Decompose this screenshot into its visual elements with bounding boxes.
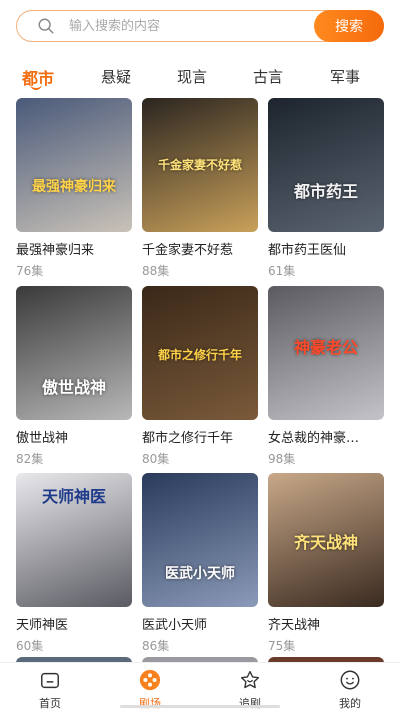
theater-icon <box>139 669 161 691</box>
episode-count: 98集 <box>268 452 296 466</box>
drama-poster: 齐天战神 <box>268 473 384 607</box>
poster-title-art: 天师神医 <box>41 487 106 506</box>
episode-count: 76集 <box>16 264 44 278</box>
profile-icon <box>340 670 360 690</box>
drama-title: 都市药王医仙 <box>268 243 347 258</box>
nav-theater-label: 剧场 <box>139 697 161 710</box>
episode-count: 88集 <box>142 264 170 278</box>
search-icon <box>38 18 54 34</box>
nav-profile-label: 我的 <box>339 697 361 710</box>
poster-title-art: 傲世战神 <box>41 378 106 397</box>
drama-poster: 最强神豪归来 <box>16 98 132 232</box>
tab-junshi[interactable]: 军事 <box>330 66 360 87</box>
episode-count: 82集 <box>16 452 44 466</box>
nav-follow-label: 追剧 <box>239 697 261 710</box>
drama-card[interactable]: 千金家妻不好惹 千金家妻不好惹 88集 <box>142 98 260 279</box>
tab-xuanyi[interactable]: 悬疑 <box>101 66 131 87</box>
poster-title-art: 都市之修行千年 <box>157 348 242 362</box>
poster-title-art: 齐天战神 <box>293 533 358 552</box>
nav-home-label: 首页 <box>39 697 61 710</box>
drama-poster: 神豪老公 <box>268 286 384 420</box>
tab-guyan[interactable]: 古言 <box>253 66 283 87</box>
drama-title: 最强神豪归来 <box>16 243 95 258</box>
drama-poster: 千金家妻不好惹 <box>142 98 258 232</box>
episode-count: 61集 <box>268 264 296 278</box>
episode-count: 75集 <box>268 639 296 653</box>
drama-card[interactable]: 都市药王 都市药王医仙 61集 <box>268 98 386 279</box>
episode-count: 60集 <box>16 639 44 653</box>
drama-title: 天师神医 <box>16 618 69 633</box>
drama-poster: 都市药王 <box>268 98 384 232</box>
search-button[interactable]: 搜索 <box>314 10 384 42</box>
drama-poster: 医武小天师 <box>142 473 258 607</box>
home-indicator-bar <box>120 705 280 708</box>
category-tabs: 都市 悬疑 现言 古言 军事 <box>0 62 400 96</box>
poster-title-art: 都市药王 <box>293 182 358 201</box>
drama-card[interactable]: 傲世战神 傲世战神 82集 <box>16 286 134 467</box>
episode-count: 80集 <box>142 452 170 466</box>
nav-profile[interactable]: 我的 <box>320 669 380 711</box>
drama-title: 都市之修行千年 <box>142 431 234 446</box>
search-bar[interactable]: 搜索 <box>16 10 384 42</box>
drama-title: 齐天战神 <box>268 618 321 633</box>
drama-card[interactable]: 都市之修行千年 都市之修行千年 80集 <box>142 286 260 467</box>
poster-title-art: 医武小天师 <box>165 566 235 582</box>
poster-title-art: 千金家妻不好惹 <box>157 158 242 172</box>
drama-poster: 都市之修行千年 <box>142 286 258 420</box>
drama-title: 女总裁的神豪… <box>268 431 360 446</box>
nav-home[interactable]: 首页 <box>20 669 80 711</box>
drama-poster: 天师神医 <box>16 473 132 607</box>
drama-card[interactable]: 齐天战神 齐天战神 75集 <box>268 473 386 654</box>
drama-card[interactable]: 医武小天师 医武小天师 86集 <box>142 473 260 654</box>
tab-xianyan[interactable]: 现言 <box>177 66 207 87</box>
drama-poster: 傲世战神 <box>16 286 132 420</box>
drama-card[interactable]: 天师神医 天师神医 60集 <box>16 473 134 654</box>
episode-count: 86集 <box>142 639 170 653</box>
poster-title-art: 神豪老公 <box>293 338 358 357</box>
poster-title-art: 最强神豪归来 <box>32 179 116 195</box>
home-icon <box>41 672 59 689</box>
drama-title: 傲世战神 <box>16 431 69 446</box>
drama-card[interactable]: 神豪老公 女总裁的神豪… 98集 <box>268 286 386 467</box>
star-icon <box>240 670 260 689</box>
drama-card[interactable]: 最强神豪归来 最强神豪归来 76集 <box>16 98 134 279</box>
drama-title: 医武小天师 <box>142 618 208 633</box>
drama-title: 千金家妻不好惹 <box>142 243 234 258</box>
